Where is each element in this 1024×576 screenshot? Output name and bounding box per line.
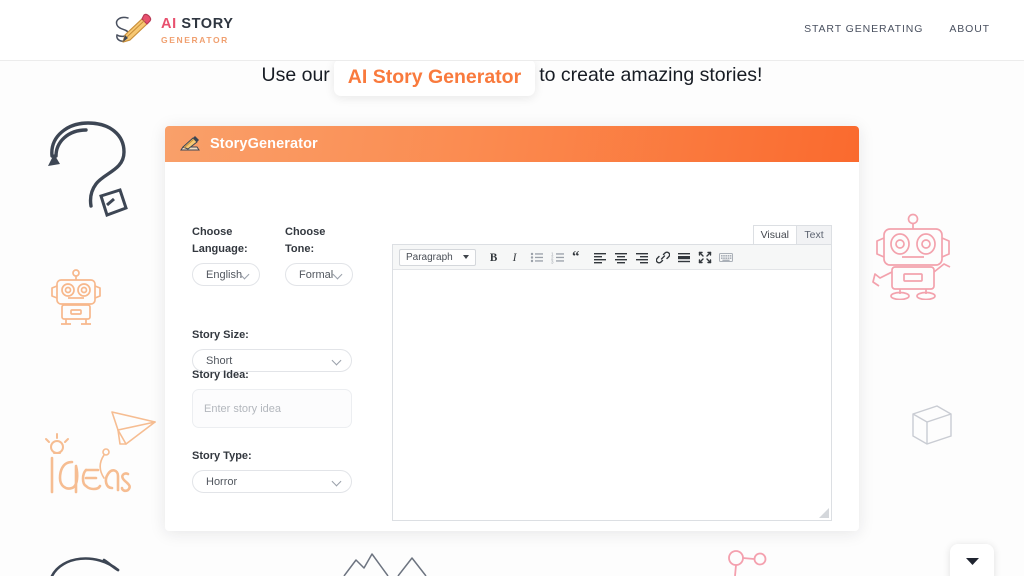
- chevron-down-icon: [331, 355, 342, 365]
- read-more-icon[interactable]: [673, 247, 694, 268]
- svg-text:3: 3: [551, 259, 554, 264]
- story-type-select[interactable]: Horror: [192, 470, 352, 493]
- caret-down-icon: [463, 255, 469, 259]
- link-icon[interactable]: [652, 247, 673, 268]
- story-idea-field-group: Story Idea:: [192, 367, 352, 428]
- editor-content-area[interactable]: [393, 270, 831, 519]
- card-header-title: StoryGenerator: [210, 136, 318, 152]
- nav-link-start-generating[interactable]: START GENERATING: [804, 23, 923, 35]
- brand-subtitle: GENERATOR: [161, 34, 229, 45]
- align-left-icon[interactable]: [589, 247, 610, 268]
- arc-doodle: [50, 557, 120, 576]
- story-type-value: Horror: [206, 475, 238, 488]
- tone-label: Choose Tone:: [285, 226, 326, 255]
- numbered-list-icon[interactable]: 1 2 3: [547, 247, 568, 268]
- question-mark-doodle: [48, 121, 128, 217]
- align-center-icon[interactable]: [610, 247, 631, 268]
- robot-doodle-left: [51, 269, 101, 325]
- story-generator-card: StoryGenerator Choose Language: English …: [165, 126, 859, 531]
- paragraph-format-value: Paragraph: [406, 251, 453, 263]
- tone-select[interactable]: Formal: [285, 263, 353, 286]
- story-editor: Visual Text Paragraph B I 1 2 3 “: [392, 225, 832, 521]
- brand-title: AI STORY: [161, 17, 234, 32]
- chevron-down-icon: [331, 476, 342, 486]
- tab-visual[interactable]: Visual: [752, 225, 796, 244]
- tagline-highlight: AI Story Generator: [333, 59, 536, 96]
- language-select[interactable]: English: [192, 263, 260, 286]
- mountains-doodle: [343, 553, 427, 576]
- pencil-logo-icon: [115, 13, 152, 43]
- resize-handle-icon[interactable]: [819, 508, 829, 518]
- tone-value: Formal: [299, 268, 334, 281]
- toolbar-toggle-icon[interactable]: [715, 247, 736, 268]
- navbar: AI STORY GENERATOR START GENERATING ABOU…: [0, 0, 1024, 61]
- chevron-down-widget[interactable]: [950, 544, 994, 576]
- page-root: AI STORY GENERATOR START GENERATING ABOU…: [0, 0, 1024, 576]
- bold-icon[interactable]: B: [484, 247, 505, 268]
- page-tagline: Use our AI Story Generator to create amazi…: [0, 57, 1024, 96]
- paragraph-format-select[interactable]: Paragraph: [399, 248, 476, 266]
- tagline-after: to create amazing stories!: [539, 64, 763, 86]
- card-header: StoryGenerator: [165, 126, 859, 162]
- story-idea-input[interactable]: [192, 389, 352, 428]
- molecule-doodle: [728, 550, 767, 576]
- italic-icon[interactable]: I: [505, 247, 526, 268]
- ideas-doodle: [45, 411, 156, 494]
- tone-field-group: Choose Tone: Formal: [285, 224, 353, 286]
- brand-logo[interactable]: AI STORY GENERATOR: [112, 11, 234, 49]
- brand-story: STORY: [181, 16, 234, 32]
- svg-text:“: “: [572, 251, 580, 264]
- story-size-value: Short: [206, 354, 233, 367]
- brand-text: AI STORY GENERATOR: [161, 16, 234, 44]
- editor-box: Paragraph B I 1 2 3 “: [392, 244, 832, 521]
- story-size-label: Story Size:: [192, 329, 249, 341]
- writing-pen-icon: [180, 136, 200, 151]
- language-label: Choose Language:: [192, 224, 260, 258]
- nav-link-about[interactable]: ABOUT: [949, 23, 990, 35]
- language-value: English: [206, 268, 243, 281]
- robot-doodle-right: [872, 213, 951, 300]
- chevron-down-icon: [965, 558, 979, 565]
- chevron-down-icon: [332, 269, 343, 279]
- card-body: Choose Language: English Choose Tone: Fo…: [165, 162, 859, 531]
- language-label-line1: Choose: [192, 226, 233, 238]
- svg-text:B: B: [490, 252, 498, 264]
- brand-ai: AI: [161, 16, 177, 32]
- bulleted-list-icon[interactable]: [526, 247, 547, 268]
- align-right-icon[interactable]: [631, 247, 652, 268]
- wireframe-cube-doodle: [912, 405, 952, 445]
- story-type-field-group: Story Type: Horror: [192, 448, 352, 493]
- editor-tabs: Visual Text: [752, 225, 832, 244]
- language-label-line2: Language:: [192, 243, 248, 255]
- language-field-group: Choose Language: English: [192, 224, 260, 286]
- editor-toolbar: Paragraph B I 1 2 3 “: [393, 245, 831, 270]
- story-idea-label: Story Idea:: [192, 369, 249, 381]
- tab-text[interactable]: Text: [796, 225, 832, 244]
- blockquote-icon[interactable]: “: [568, 247, 589, 268]
- tagline-before: Use our: [261, 64, 330, 86]
- story-size-field-group: Story Size: Short: [192, 327, 352, 372]
- nav-links: START GENERATING ABOUT: [804, 23, 990, 35]
- svg-text:I: I: [512, 252, 518, 264]
- fullscreen-icon[interactable]: [694, 247, 715, 268]
- story-type-label: Story Type:: [192, 450, 252, 462]
